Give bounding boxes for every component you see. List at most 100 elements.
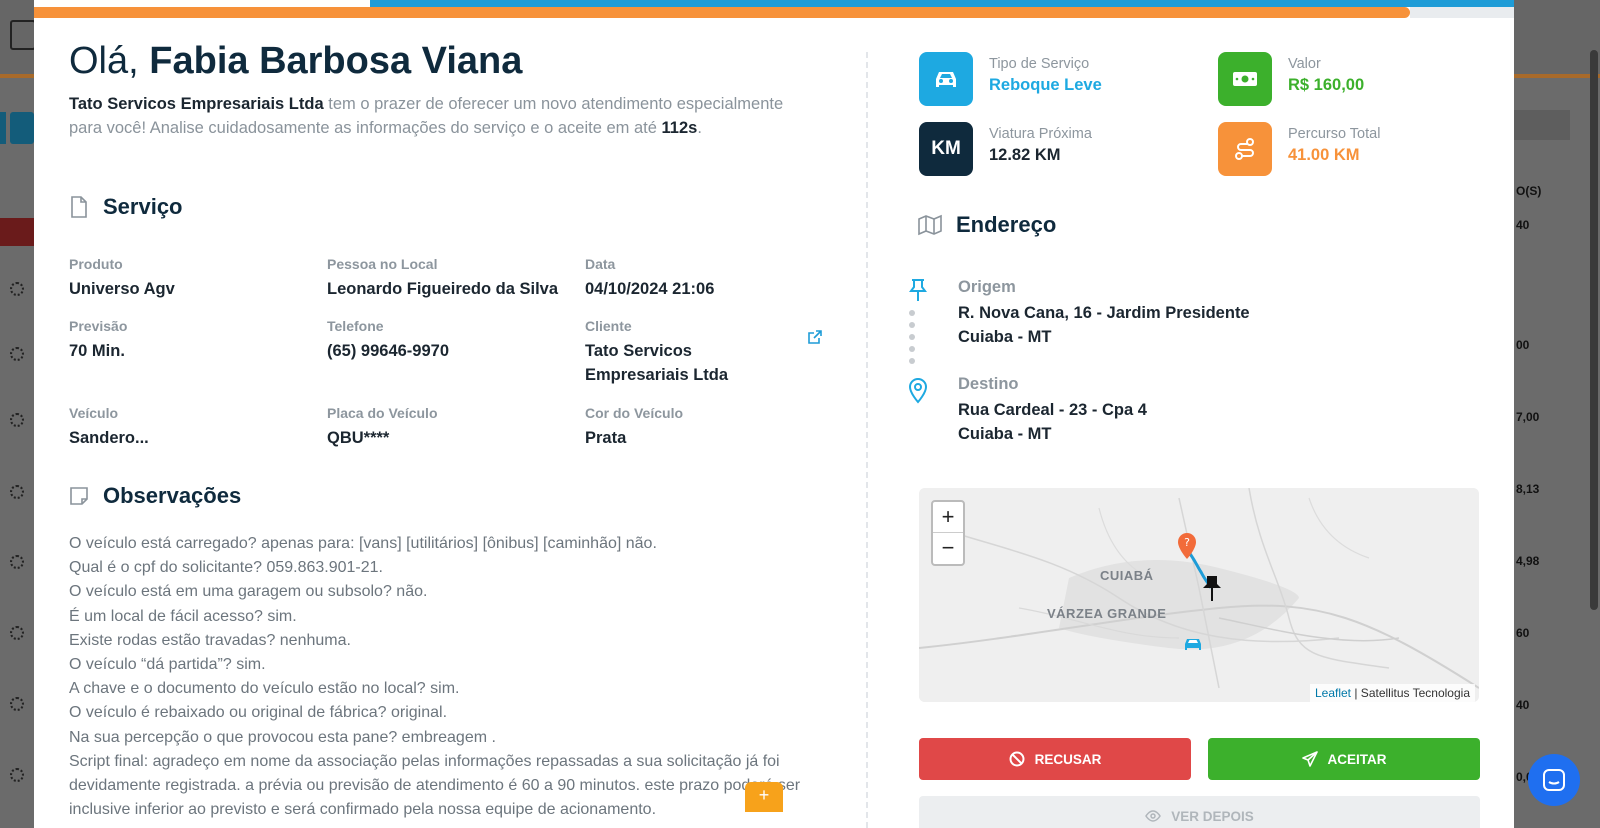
company-name: Tato Servicos Empresariais Ltda	[69, 95, 324, 113]
field-label: Produto	[69, 256, 123, 272]
card-percurso-total: Percurso Total 41.00 KM	[1218, 122, 1380, 176]
card-label: Percurso Total	[1288, 126, 1381, 142]
km-icon: KM	[919, 122, 973, 176]
field-veiculo: Veículo Sandero...	[69, 405, 149, 450]
map-zoom-control: + −	[931, 500, 965, 566]
card-value: 12.82 KM	[989, 146, 1061, 164]
field-label: Pessoa no Local	[327, 256, 438, 272]
background-alert-row	[0, 218, 34, 246]
see-later-button[interactable]: VER DEPOIS	[919, 796, 1480, 828]
service-offer-modal: Olá, Fabia Barbosa Viana Tato Servicos E…	[34, 0, 1514, 828]
countdown-bar-blue	[370, 0, 1514, 7]
vehicle-marker-icon	[1185, 639, 1201, 650]
address-destino: Destino Rua Cardeal - 23 - Cpa 4 Cuiaba …	[958, 375, 1147, 446]
countdown-time: 112s	[661, 119, 698, 137]
card-label: Valor	[1288, 56, 1321, 72]
route-map[interactable]: ? CUIABÁ VÁRZEA GRANDE + − Leaflet | Sat…	[919, 488, 1479, 702]
external-link-icon[interactable]	[808, 330, 822, 344]
background-value: 40	[1516, 698, 1530, 712]
see-later-label: VER DEPOIS	[1171, 808, 1254, 824]
field-label: Telefone	[327, 318, 384, 334]
refuse-label: RECUSAR	[1034, 751, 1102, 767]
greeting-hello: Olá,	[69, 40, 139, 82]
background-value: 8,13	[1516, 482, 1540, 496]
column-divider	[866, 52, 868, 828]
loading-icon	[10, 626, 24, 640]
observation-line: Script final: agradeço em nome da associ…	[69, 752, 780, 770]
car-icon	[919, 52, 973, 106]
service-section-title: Serviço	[69, 194, 183, 220]
observation-line: O veículo é rebaixado ou original de fáb…	[69, 704, 448, 722]
loading-icon	[10, 697, 24, 711]
field-value: Sandero...	[69, 429, 149, 447]
address-origem: Origem R. Nova Cana, 16 - Jardim Preside…	[958, 278, 1250, 349]
card-value: 41.00 KM	[1288, 146, 1360, 164]
route-dots	[909, 310, 917, 370]
leaflet-link[interactable]: Leaflet	[1315, 686, 1351, 700]
field-value: Tato Servicos	[585, 342, 692, 360]
observation-line: O veículo está carregado? apenas para: […	[69, 535, 657, 552]
field-data: Data 04/10/2024 21:06	[585, 256, 714, 301]
background-value: 00	[1516, 338, 1530, 352]
map-label-cuiaba: CUIABÁ	[1100, 568, 1154, 583]
observation-line: Qual é o cpf do solicitante? 059.863.901…	[69, 559, 383, 577]
background-scrollbar	[1590, 50, 1598, 610]
loading-icon	[10, 555, 24, 569]
svg-text:?: ?	[1184, 536, 1190, 549]
observation-line: devidamente registrada. a prévia ou prev…	[69, 777, 801, 795]
address-line: Cuiaba - MT	[958, 425, 1052, 443]
address-line: Rua Cardeal - 23 - Cpa 4	[958, 401, 1147, 419]
accept-label: ACEITAR	[1327, 751, 1387, 767]
chat-icon	[1543, 769, 1565, 791]
greeting-title: Olá, Fabia Barbosa Viana	[69, 40, 522, 83]
background-value: 4,98	[1516, 554, 1540, 568]
field-value: Leonardo Figueiredo da Silva	[327, 280, 559, 298]
loading-icon	[10, 347, 24, 361]
background-value: 60	[1516, 626, 1530, 640]
background-panel	[1514, 110, 1570, 140]
observation-line: Existe rodas estão travadas? nenhuma.	[69, 631, 351, 649]
route-icon	[1218, 122, 1272, 176]
map-icon	[918, 214, 942, 236]
field-cor: Cor do Veículo Prata	[585, 405, 683, 450]
attribution-text: | Satellitus Tecnologia	[1354, 686, 1470, 700]
address-line: R. Nova Cana, 16 - Jardim Presidente	[958, 304, 1250, 322]
field-previsao: Previsão 70 Min.	[69, 318, 127, 363]
observation-line: O veículo está em uma garagem ou subsolo…	[69, 583, 428, 601]
field-produto: Produto Universo Agv	[69, 256, 175, 301]
field-cliente: Cliente Tato Servicos Empresariais Ltda	[585, 318, 728, 387]
note-icon	[70, 487, 88, 505]
origin-marker-icon: ?	[1178, 533, 1196, 559]
intro-text: Tato Servicos Empresariais Ltda tem o pr…	[69, 92, 809, 140]
observation-line: É um local de fácil acesso? sim.	[69, 607, 297, 625]
zoom-in-button[interactable]: +	[933, 502, 963, 533]
background-button	[0, 112, 6, 144]
field-value: (65) 99646-9970	[327, 342, 450, 360]
accept-button[interactable]: ACEITAR	[1208, 738, 1480, 780]
countdown-bar-fill	[34, 7, 1410, 18]
field-label: Cor do Veículo	[585, 405, 684, 421]
observations-title-text: Observações	[103, 483, 242, 508]
zoom-out-button[interactable]: −	[933, 533, 963, 564]
card-label: Viatura Próxima	[989, 126, 1092, 142]
loading-icon	[10, 282, 24, 296]
card-tipo-servico: Tipo de Serviço Reboque Leve	[919, 52, 1102, 106]
field-label: Data	[585, 256, 616, 272]
field-pessoa-local: Pessoa no Local Leonardo Figueiredo da S…	[327, 256, 558, 301]
refuse-button[interactable]: RECUSAR	[919, 738, 1191, 780]
card-value: Reboque Leve	[989, 76, 1102, 94]
card-viatura-proxima: KM Viatura Próxima 12.82 KM	[919, 122, 1092, 176]
paper-plane-icon	[1301, 751, 1318, 767]
field-value: 04/10/2024 21:06	[585, 280, 715, 298]
destination-pin-icon	[1203, 576, 1221, 601]
address-line: Cuiaba - MT	[958, 328, 1052, 346]
background-value: 40	[1516, 218, 1530, 232]
address-label: Origem	[958, 278, 1016, 296]
field-label: Previsão	[69, 318, 128, 334]
map-tiles	[919, 488, 1479, 702]
expand-button[interactable]: +	[745, 782, 783, 812]
observations-text: O veículo está carregado? apenas para: […	[69, 532, 829, 822]
observation-line: inclusive inferior ao previsto e será co…	[69, 801, 657, 819]
document-icon	[71, 196, 87, 218]
chat-launcher-button[interactable]	[1528, 754, 1580, 806]
